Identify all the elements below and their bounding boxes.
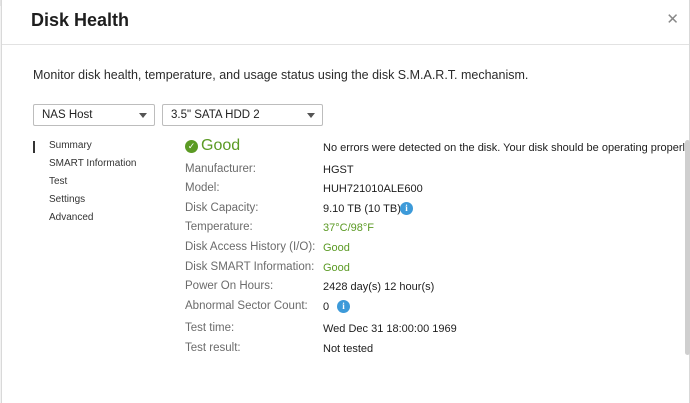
temperature-value: 37°C/98°F: [323, 222, 374, 234]
close-icon[interactable]: ✕: [666, 10, 679, 28]
health-status-text: Good: [201, 137, 241, 154]
nav-item-advanced[interactable]: Advanced: [49, 212, 93, 223]
nav-item-summary[interactable]: Summary: [49, 140, 92, 151]
dialog-title: Disk Health: [31, 10, 130, 30]
health-status-message: No errors were detected on the disk. You…: [323, 142, 690, 154]
power-on-hours-value: 2428 day(s) 12 hour(s): [323, 281, 435, 293]
test-result-value: Not tested: [323, 343, 374, 355]
disk-smart-information-label: Disk SMART Information:: [185, 261, 315, 273]
disk-health-dialog: Disk Health ✕ Monitor disk health, tempe…: [1, 0, 690, 403]
model-value: HUH721010ALE600: [323, 183, 423, 195]
vertical-scrollbar[interactable]: [685, 140, 690, 355]
model-label: Model:: [185, 182, 220, 194]
host-select[interactable]: NAS Host: [33, 104, 155, 126]
disk-capacity-label: Disk Capacity:: [185, 202, 259, 214]
nav-item-smart-information[interactable]: SMART Information: [49, 158, 136, 169]
disk-capacity-value: 9.10 TB (10 TB): [323, 203, 401, 215]
nav-item-test[interactable]: Test: [49, 176, 67, 187]
active-indicator: [33, 141, 35, 153]
info-icon[interactable]: i: [400, 202, 413, 215]
abnormal-sector-count-value: 0: [323, 301, 330, 313]
disk-select-value: 3.5" SATA HDD 2: [171, 109, 260, 121]
dialog-description: Monitor disk health, temperature, and us…: [33, 68, 529, 82]
temperature-label: Temperature:: [185, 221, 253, 233]
test-time-value: Wed Dec 31 18:00:00 1969: [323, 323, 457, 335]
chevron-down-icon: [139, 113, 147, 118]
manufacturer-value: HGST: [323, 164, 354, 176]
nav-item-settings[interactable]: Settings: [49, 194, 85, 205]
abnormal-sector-count-label: Abnormal Sector Count:: [185, 300, 308, 312]
title-bar: Disk Health ✕: [2, 0, 689, 45]
manufacturer-label: Manufacturer:: [185, 163, 256, 175]
disk-select[interactable]: 3.5" SATA HDD 2: [162, 104, 323, 126]
check-circle-icon: ✓: [185, 139, 198, 153]
health-status: ✓ Good: [185, 137, 240, 155]
info-icon[interactable]: i: [337, 300, 350, 313]
disk-access-history-value: Good: [323, 242, 350, 254]
chevron-down-icon: [307, 113, 315, 118]
test-time-label: Test time:: [185, 322, 235, 334]
disk-smart-information-value: Good: [323, 262, 350, 274]
disk-access-history-label: Disk Access History (I/O):: [185, 241, 316, 253]
test-result-label: Test result:: [185, 342, 241, 354]
host-select-value: NAS Host: [42, 109, 93, 121]
power-on-hours-label: Power On Hours:: [185, 280, 274, 292]
